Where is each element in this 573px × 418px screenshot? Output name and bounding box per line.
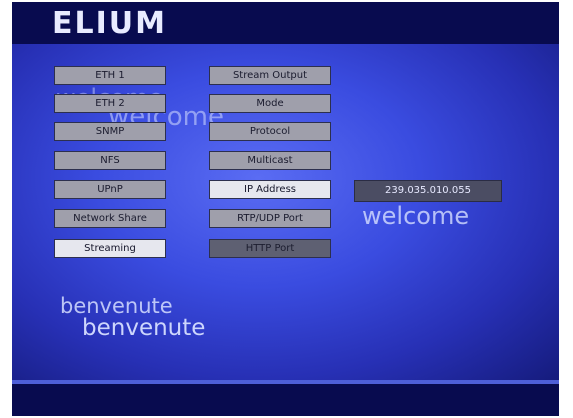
elium-logo: ELIUM xyxy=(52,6,167,41)
menu-rtp-udp-port-button[interactable]: RTP/UDP Port xyxy=(209,209,331,228)
header-bar: ELIUM xyxy=(12,2,559,44)
menu-nfs-button[interactable]: NFS xyxy=(54,151,166,170)
menu-protocol-button[interactable]: Protocol xyxy=(209,122,331,141)
menu-ip-address-button[interactable]: IP Address xyxy=(209,180,331,199)
footer-divider xyxy=(12,380,559,384)
menu-eth2-button[interactable]: ETH 2 xyxy=(54,94,166,113)
ip-address-value[interactable]: 239.035.010.055 xyxy=(354,180,502,202)
menu-mode-button[interactable]: Mode xyxy=(209,94,331,113)
menu-network-share-button[interactable]: Network Share xyxy=(54,209,166,228)
menu-multicast-button[interactable]: Multicast xyxy=(209,151,331,170)
tv-screen: ELIUM welcome welcome welcome benvenute … xyxy=(12,2,559,416)
menu-streaming-button[interactable]: Streaming xyxy=(54,239,166,258)
menu-stage: welcome welcome welcome benvenute benven… xyxy=(12,44,559,380)
menu-http-port-button[interactable]: HTTP Port xyxy=(209,239,331,258)
menu-stream-output-button[interactable]: Stream Output xyxy=(209,66,331,85)
menu-snmp-button[interactable]: SNMP xyxy=(54,122,166,141)
menu-upnp-button[interactable]: UPnP xyxy=(54,180,166,199)
bg-welcome-text-3: welcome xyxy=(362,202,470,230)
menu-eth1-button[interactable]: ETH 1 xyxy=(54,66,166,85)
footer-bar xyxy=(12,380,559,416)
bg-benvenute-text-2: benvenute xyxy=(82,315,206,341)
